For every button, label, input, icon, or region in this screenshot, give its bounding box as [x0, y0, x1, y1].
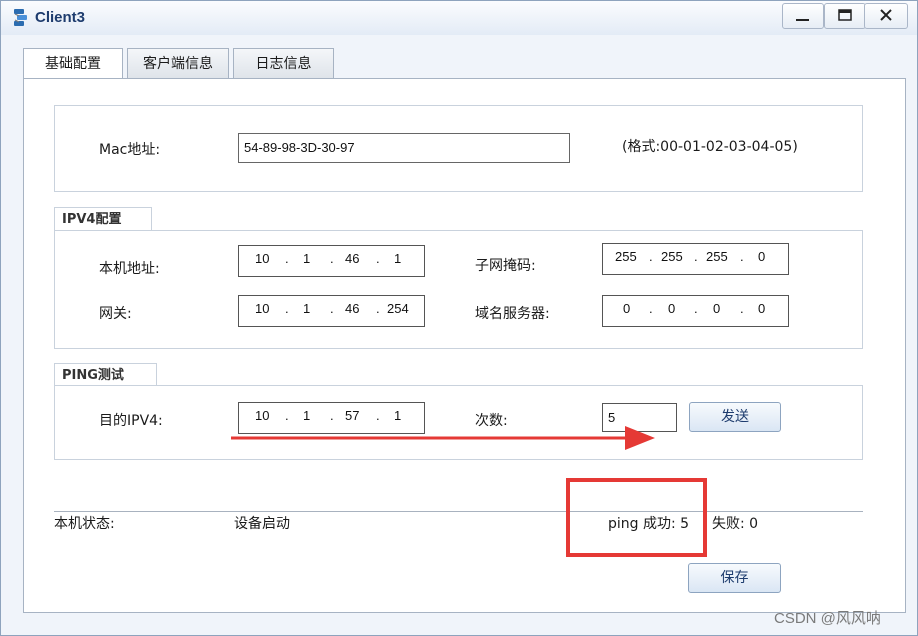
dns-octet-3: 0 [713, 301, 721, 316]
local-octet-3: 46 [345, 251, 360, 266]
gateway-octet-2: 1 [303, 301, 311, 316]
tab-basic-config[interactable]: 基础配置 [23, 48, 123, 79]
watermark: CSDN @风风呐 [774, 610, 881, 627]
ip-dot: . [740, 249, 744, 264]
mask-octet-2: 255 [661, 249, 683, 264]
gateway-label: 网关: [99, 306, 132, 322]
mask-octet-4: 0 [758, 249, 766, 264]
mac-group: Mac地址: 54-89-98-3D-30-97 (格式:00-01-02-03… [54, 105, 863, 192]
ip-dot: . [330, 301, 334, 316]
close-icon [880, 9, 892, 21]
tab-panel: Mac地址: 54-89-98-3D-30-97 (格式:00-01-02-03… [23, 78, 906, 613]
ip-dot: . [376, 301, 380, 316]
mask-octet-1: 255 [615, 249, 637, 264]
gateway-field[interactable]: 10 . 1 . 46 . 254 [238, 295, 425, 327]
status-divider [54, 511, 863, 512]
tab-client-info[interactable]: 客户端信息 [127, 48, 229, 78]
gateway-octet-1: 10 [255, 301, 270, 316]
close-button[interactable] [864, 3, 908, 29]
app-window: Client3 基础配置 客户端信息 日志信息 Mac地址: 54-89-98-… [0, 0, 918, 636]
window-title: Client3 [35, 9, 86, 26]
mask-octet-3: 255 [706, 249, 728, 264]
ip-dot: . [376, 251, 380, 266]
dns-label: 域名服务器: [475, 306, 550, 322]
minimize-button[interactable] [782, 3, 824, 29]
local-address-field[interactable]: 10 . 1 . 46 . 1 [238, 245, 425, 277]
ping-legend: PING测试 [54, 363, 157, 387]
tab-log-info[interactable]: 日志信息 [233, 48, 334, 78]
red-highlight-box [566, 478, 707, 557]
ping-fail-count: 失败: 0 [712, 516, 759, 532]
ipv4-group: 本机地址: 10 . 1 . 46 . 1 子网掩码: 255 . 255 . … [54, 230, 863, 349]
subnet-mask-field[interactable]: 255 . 255 . 255 . 0 [602, 243, 789, 275]
gateway-octet-4: 254 [387, 301, 409, 316]
dns-field[interactable]: 0 . 0 . 0 . 0 [602, 295, 789, 327]
dns-octet-2: 0 [668, 301, 676, 316]
dest-ipv4-label: 目的IPV4: [99, 413, 163, 429]
app-icon [14, 9, 27, 26]
local-octet-4: 1 [394, 251, 402, 266]
ip-dot: . [285, 301, 289, 316]
maximize-icon [838, 9, 852, 21]
maximize-button[interactable] [824, 3, 866, 29]
send-button[interactable]: 发送 [689, 402, 781, 432]
mac-format-hint: (格式:00-01-02-03-04-05) [622, 139, 798, 155]
title-bar[interactable]: Client3 [1, 1, 917, 35]
local-octet-1: 10 [255, 251, 270, 266]
red-arrow-annotation [231, 426, 655, 450]
ipv4-legend: IPV4配置 [54, 207, 152, 231]
save-button[interactable]: 保存 [688, 563, 781, 593]
local-address-label: 本机地址: [99, 261, 160, 277]
gateway-octet-3: 46 [345, 301, 360, 316]
dns-octet-1: 0 [623, 301, 631, 316]
ip-dot: . [694, 301, 698, 316]
status-label: 本机状态: [54, 516, 115, 532]
ip-dot: . [285, 251, 289, 266]
ip-dot: . [649, 301, 653, 316]
ip-dot: . [694, 249, 698, 264]
local-octet-2: 1 [303, 251, 311, 266]
ip-dot: . [740, 301, 744, 316]
ip-dot: . [649, 249, 653, 264]
mac-label: Mac地址: [99, 142, 161, 158]
mac-address-field[interactable]: 54-89-98-3D-30-97 [238, 133, 570, 163]
status-value: 设备启动 [234, 516, 290, 532]
ip-dot: . [330, 251, 334, 266]
dns-octet-4: 0 [758, 301, 766, 316]
subnet-mask-label: 子网掩码: [475, 258, 536, 274]
minimize-icon [796, 19, 809, 21]
